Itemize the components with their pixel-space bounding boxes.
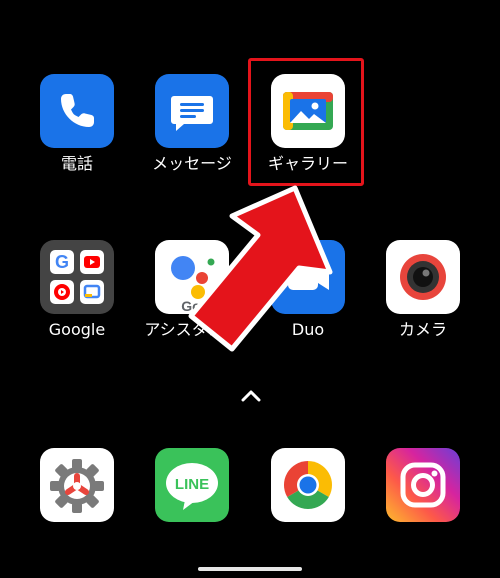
app-camera[interactable]: カメラ — [368, 240, 478, 340]
app-label: Duo — [291, 320, 325, 339]
dock-settings[interactable] — [22, 448, 132, 522]
chrome-icon — [271, 448, 345, 522]
app-label: メッセージ — [152, 154, 232, 173]
message-bubble-icon — [155, 74, 229, 148]
dock-instagram[interactable] — [368, 448, 478, 522]
app-label: アシスタント — [144, 320, 240, 339]
app-assistant[interactable]: Go アシスタント — [137, 240, 247, 340]
instagram-icon — [386, 448, 460, 522]
app-label: Google — [48, 320, 106, 339]
app-phone[interactable]: 電話 — [22, 74, 132, 174]
gesture-nav-handle[interactable] — [198, 567, 302, 571]
app-google-folder[interactable]: G Google — [22, 240, 132, 340]
google-folder-icon: G — [40, 240, 114, 314]
video-camera-icon — [271, 240, 345, 314]
phone-icon — [40, 74, 114, 148]
line-icon: LINE — [155, 448, 229, 522]
app-label: 電話 — [60, 154, 93, 173]
assistant-icon: Go — [155, 240, 229, 314]
dock-line[interactable]: LINE — [137, 448, 247, 522]
app-messages[interactable]: メッセージ — [137, 74, 247, 174]
camera-lens-icon — [386, 240, 460, 314]
app-duo[interactable]: Duo — [253, 240, 363, 340]
dock-chrome[interactable] — [253, 448, 363, 522]
highlight-box — [248, 58, 364, 186]
svg-text:G: G — [55, 252, 69, 272]
line-icon-text: LINE — [175, 476, 209, 493]
settings-gear-icon — [40, 448, 114, 522]
app-label: カメラ — [398, 320, 447, 339]
assistant-partial-text: Go — [181, 298, 200, 314]
app-drawer-chevron-up-icon[interactable] — [240, 388, 262, 404]
